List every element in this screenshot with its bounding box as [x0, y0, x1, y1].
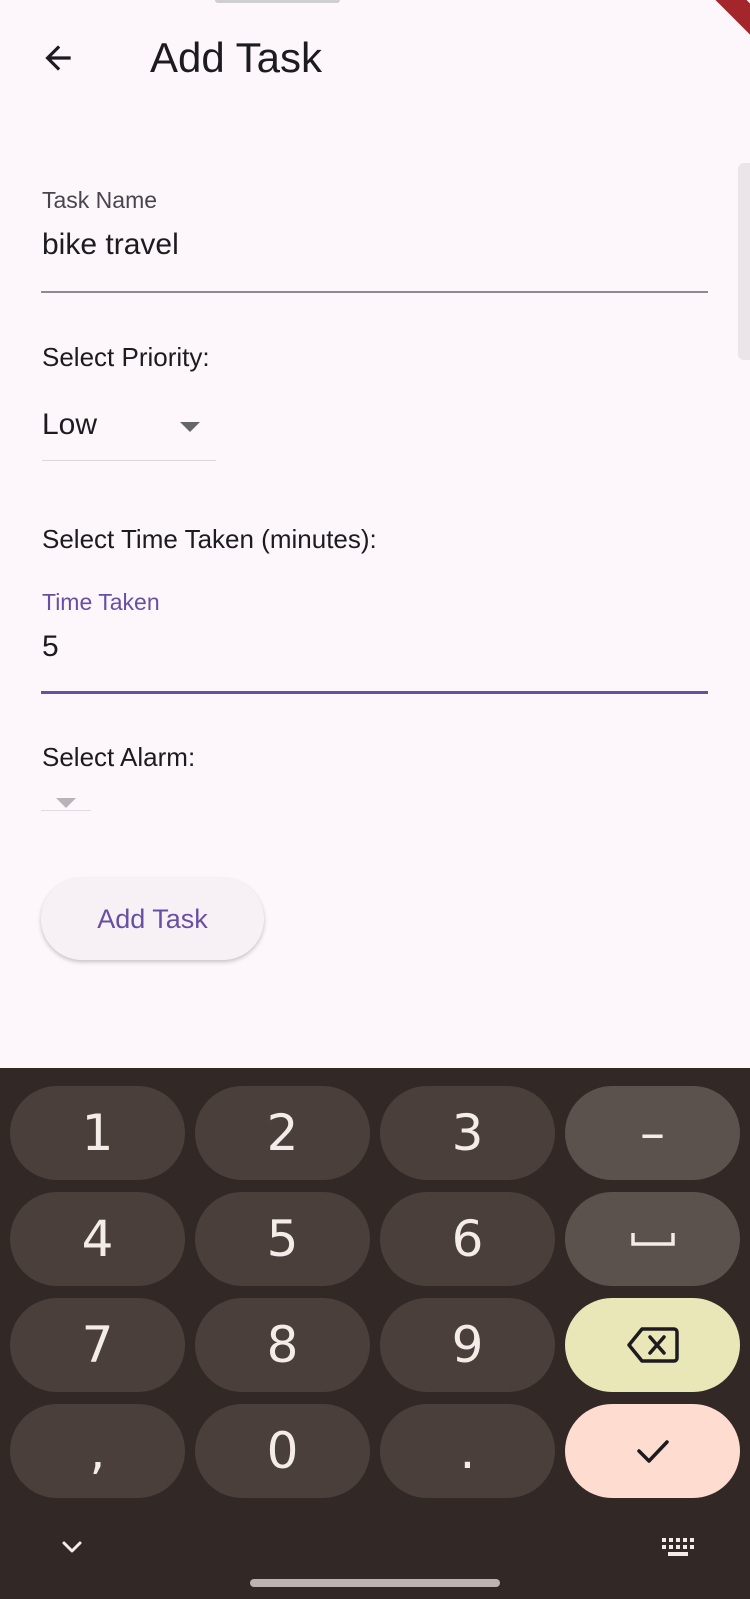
key-8[interactable]: 8 [195, 1298, 370, 1392]
backspace-icon [626, 1327, 679, 1363]
key-7[interactable]: 7 [10, 1298, 185, 1392]
key-comma[interactable]: , [10, 1404, 185, 1498]
time-taken-label: Time Taken [42, 589, 160, 615]
switch-keyboard-button[interactable] [656, 1532, 700, 1562]
key-4[interactable]: 4 [10, 1192, 185, 1286]
hide-keyboard-button[interactable] [52, 1532, 92, 1562]
key-enter[interactable] [565, 1404, 740, 1498]
chevron-down-icon [62, 1541, 82, 1553]
task-name-input[interactable]: bike travel [42, 228, 179, 262]
arrow-left-icon [45, 45, 71, 71]
key-0[interactable]: 0 [195, 1404, 370, 1498]
app-bar: Add Task [0, 0, 750, 118]
key-1[interactable]: 1 [10, 1086, 185, 1180]
task-name-underline [41, 291, 708, 293]
time-taken-underline [41, 691, 708, 694]
page-title: Add Task [150, 34, 322, 81]
priority-label: Select Priority: [42, 342, 210, 372]
key-3[interactable]: 3 [380, 1086, 555, 1180]
home-indicator[interactable] [250, 1579, 500, 1587]
key-backspace[interactable] [565, 1298, 740, 1392]
time-taken-input[interactable]: 5 [42, 630, 59, 664]
key-2[interactable]: 2 [195, 1086, 370, 1180]
key-space[interactable] [565, 1192, 740, 1286]
priority-dropdown[interactable]: Low [42, 398, 216, 461]
add-task-button[interactable]: Add Task [41, 878, 264, 960]
key-minus[interactable]: – [565, 1086, 740, 1180]
scrollbar[interactable] [738, 163, 750, 360]
back-button[interactable] [30, 30, 86, 86]
keyboard-icon [662, 1538, 694, 1556]
key-5[interactable]: 5 [195, 1192, 370, 1286]
priority-selected: Low [42, 408, 98, 441]
caret-down-icon [56, 798, 76, 808]
alarm-label: Select Alarm: [42, 742, 196, 772]
key-6[interactable]: 6 [380, 1192, 555, 1286]
time-taken-section-label: Select Time Taken (minutes): [42, 524, 377, 554]
key-period[interactable]: . [380, 1404, 555, 1498]
numeric-keyboard: 1 2 3 – 4 5 6 7 8 9 , 0 . [0, 1068, 750, 1599]
alarm-dropdown[interactable] [41, 788, 91, 811]
task-name-label: Task Name [42, 187, 158, 213]
key-9[interactable]: 9 [380, 1298, 555, 1392]
space-icon [630, 1233, 675, 1246]
checkmark-icon [636, 1440, 669, 1463]
caret-down-icon [180, 422, 200, 432]
